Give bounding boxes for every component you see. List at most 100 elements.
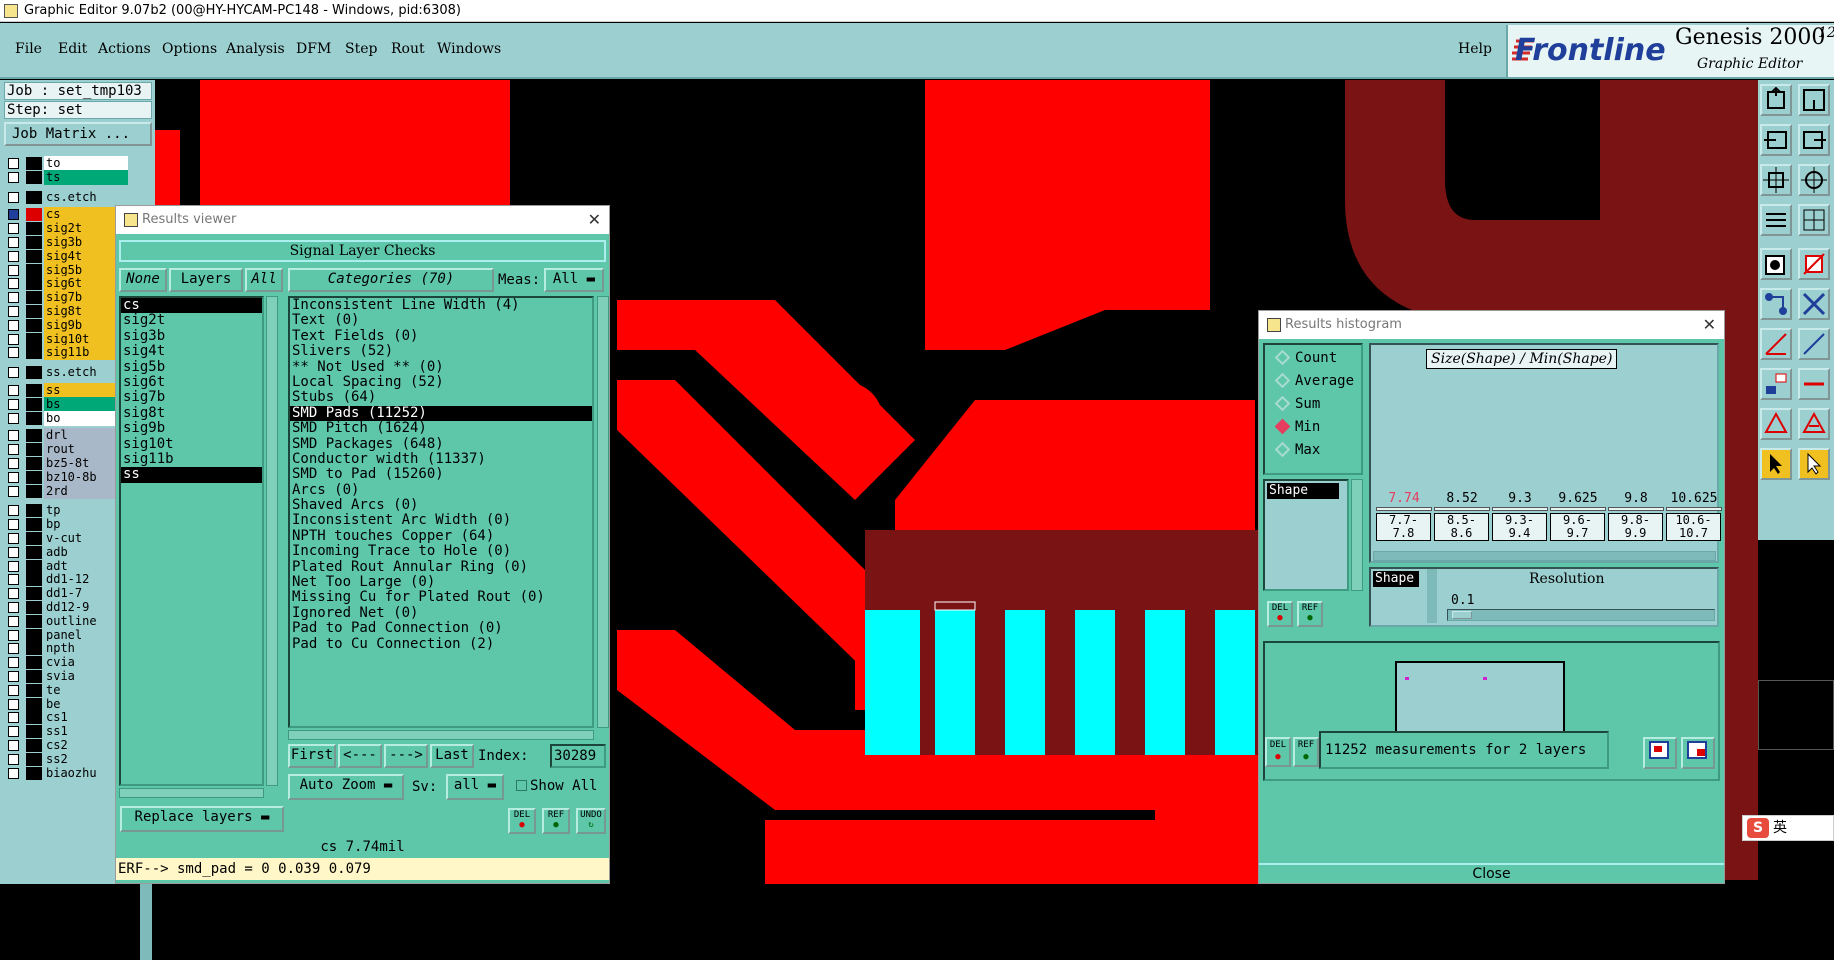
layer-row[interactable]: cvia (4, 655, 128, 671)
bin-range[interactable]: 7.7- 7.8 (1376, 513, 1431, 541)
layer-checkbox[interactable] (8, 250, 19, 262)
prev-button[interactable]: <--- (338, 744, 382, 768)
category-item[interactable]: Pad to Cu Connection (2) (290, 636, 592, 652)
layer-row[interactable]: te (4, 682, 128, 698)
layers-button[interactable]: Layers (169, 268, 243, 292)
layer-affected-toggle[interactable] (26, 397, 42, 411)
category-hscroll[interactable] (288, 730, 594, 740)
ref-button[interactable]: REF ● (542, 808, 570, 834)
all-button[interactable]: All (245, 268, 283, 292)
result-layer-item[interactable]: ss (121, 467, 262, 483)
layer-row[interactable]: ss1 (4, 724, 128, 740)
layer-row[interactable]: bz5-8t (4, 456, 128, 471)
layer-affected-toggle[interactable] (26, 170, 42, 184)
category-list[interactable]: Inconsistent Line Width (4) Text (0) Text … (288, 296, 594, 728)
layer-affected-toggle[interactable] (26, 601, 42, 614)
tool-grid[interactable] (1798, 204, 1830, 236)
tool-select-red[interactable] (1798, 248, 1830, 280)
layer-checkbox[interactable] (8, 278, 19, 290)
layer-row[interactable]: sig9b (4, 317, 128, 333)
layer-affected-toggle[interactable] (26, 470, 42, 484)
layer-checkbox[interactable] (8, 533, 19, 544)
layer-name[interactable]: ts (44, 169, 128, 185)
layer-affected-toggle[interactable] (26, 236, 42, 249)
layer-checkbox[interactable] (8, 698, 19, 710)
layer-affected-toggle[interactable] (26, 545, 42, 559)
layer-checkbox[interactable] (8, 412, 19, 424)
layer-row[interactable]: ts (4, 169, 128, 185)
tool-minus[interactable] (1798, 368, 1830, 400)
layer-affected-toggle[interactable] (26, 518, 42, 532)
tool-snap[interactable] (1760, 248, 1792, 280)
histogram-bar[interactable] (1376, 507, 1432, 511)
layer-row[interactable]: cs2 (4, 738, 128, 753)
layer-checkbox[interactable] (8, 485, 19, 497)
layer-list-hscroll[interactable] (119, 788, 264, 798)
result-layer-item[interactable]: sig7b (121, 390, 262, 405)
layer-checkbox[interactable] (8, 209, 19, 221)
layer-checkbox[interactable] (8, 237, 19, 248)
mode-radio-average[interactable]: Average (1274, 370, 1354, 392)
layer-affected-toggle[interactable] (26, 670, 42, 683)
layer-checkbox[interactable] (8, 333, 19, 345)
resolution-slider[interactable] (1447, 609, 1715, 621)
layer-row[interactable]: ss (4, 383, 128, 398)
layer-checkbox[interactable] (8, 264, 19, 276)
mini-view[interactable] (1758, 680, 1834, 750)
index-field[interactable]: 30289 (550, 744, 606, 768)
layer-row[interactable]: sig3b (4, 235, 128, 250)
category-item[interactable]: Local Spacing (52) (290, 374, 592, 390)
none-button[interactable]: None (119, 268, 167, 292)
result-layer-item[interactable]: sig6t (121, 374, 262, 390)
close-icon[interactable]: ✕ (588, 206, 601, 234)
category-item[interactable]: SMD Pitch (1624) (290, 420, 592, 436)
layer-affected-toggle[interactable] (26, 532, 42, 545)
layer-affected-toggle[interactable] (26, 725, 42, 739)
layer-checkbox[interactable] (8, 712, 19, 724)
layer-row[interactable]: panel (4, 627, 128, 643)
layer-row[interactable]: bs (4, 396, 128, 412)
del-button[interactable]: DEL ● (508, 808, 536, 834)
bin-range[interactable]: 9.3- 9.4 (1492, 513, 1547, 541)
tool-line-2[interactable] (1798, 328, 1830, 360)
layer-affected-toggle[interactable] (26, 190, 42, 204)
histogram-zoom-button[interactable] (1643, 737, 1677, 769)
layer-row[interactable]: cs (4, 207, 128, 223)
layer-row[interactable]: to (4, 156, 128, 171)
layer-affected-toggle[interactable] (26, 752, 42, 766)
category-item[interactable]: NPTH touches Copper (64) (290, 528, 592, 544)
category-item[interactable]: SMD to Pad (15260) (290, 467, 592, 482)
layer-checkbox[interactable] (8, 444, 19, 456)
result-layer-list[interactable]: cs sig2t sig3b sig4t sig5b sig6t sig7b sig8t sig… (119, 296, 264, 786)
tool-settings[interactable] (1760, 204, 1792, 236)
layer-checkbox[interactable] (8, 740, 19, 751)
histogram-close-button[interactable]: Close (1259, 863, 1724, 883)
tool-pointer-2[interactable] (1798, 448, 1830, 480)
layer-checkbox[interactable] (8, 602, 19, 613)
layer-row[interactable]: npth (4, 641, 128, 657)
categories-button[interactable]: Categories (70) (288, 268, 494, 292)
tool-fit[interactable] (1760, 164, 1792, 196)
layer-affected-toggle[interactable] (26, 332, 42, 346)
result-layer-item[interactable]: sig5b (121, 359, 262, 375)
layer-affected-toggle[interactable] (26, 366, 42, 380)
replace-layers-select[interactable]: Replace layers ▬ (120, 806, 284, 832)
category-item[interactable]: Ignored Net (0) (290, 605, 592, 621)
layer-affected-toggle[interactable] (26, 559, 42, 573)
histogram-bar[interactable] (1608, 507, 1664, 511)
next-button[interactable]: ---> (384, 744, 428, 768)
menu-analysis[interactable]: Analysis (226, 41, 285, 57)
histogram-bar[interactable] (1550, 507, 1606, 511)
resolution-scrollbar[interactable] (1427, 569, 1437, 623)
layer-checkbox[interactable] (8, 643, 19, 655)
tool-pointer[interactable] (1760, 448, 1792, 480)
category-item[interactable]: Pad to Pad Connection (0) (290, 621, 592, 636)
tool-cross[interactable] (1798, 288, 1830, 320)
layer-row[interactable]: sig7b (4, 290, 128, 306)
mode-radio-max[interactable]: Max (1274, 439, 1320, 461)
layer-affected-toggle[interactable] (26, 739, 42, 752)
layer-row[interactable]: ss2 (4, 751, 128, 767)
layer-affected-toggle[interactable] (26, 504, 42, 518)
layer-checkbox[interactable] (8, 546, 19, 558)
layer-row[interactable]: be (4, 696, 128, 712)
